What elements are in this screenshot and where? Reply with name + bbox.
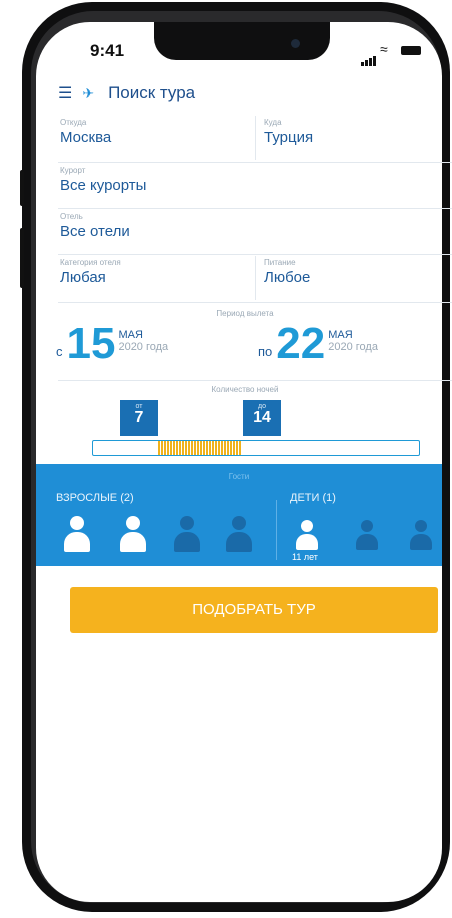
divider [255,256,256,300]
departure-to-date[interactable]: по 22 МАЯ 2020 года [258,322,378,366]
date-from-month: МАЯ [118,329,143,341]
date-from-prefix: с [56,344,63,359]
from-label: Откуда [60,118,87,127]
signal-icon [361,48,377,66]
adult-icon-1[interactable] [64,516,90,552]
child-icon-2[interactable] [356,520,378,550]
from-field[interactable]: Откуда Москва [60,118,111,146]
date-to-prefix: по [258,344,273,359]
resort-value: Все курорты [60,177,147,194]
adult-icon-4[interactable] [226,516,252,552]
side-button-left-2 [20,228,24,288]
adult-icon-3[interactable] [174,516,200,552]
date-to-day: 22 [276,319,326,368]
divider [255,116,256,160]
battery-icon [401,46,421,55]
date-from-day: 15 [66,319,116,368]
divider [58,302,452,303]
notch [154,22,330,60]
meals-field[interactable]: Питание Любое [264,258,310,286]
wifi-icon: ≈ [380,41,388,57]
departure-period-label: Период вылета [216,309,274,318]
adult-icon-2[interactable] [120,516,146,552]
nights-min-stem [156,420,158,436]
app-header: ☰ ✈ Поиск тура [58,79,195,107]
guests-divider [276,500,277,560]
to-label: Куда [264,118,282,127]
to-field[interactable]: Куда Турция [264,118,313,146]
guests-panel: Гости ВЗРОСЛЫЕ (2) ДЕТИ (1) 11 лет [36,464,442,566]
nights-max-handle[interactable]: до 14 [243,400,281,436]
meals-value: Любое [264,269,311,286]
hotel-category-label: Категория отеля [60,258,121,267]
divider [58,380,452,381]
to-value: Турция [264,129,314,146]
child-icon-1[interactable] [296,520,318,550]
find-tour-button[interactable]: ПОДОБРАТЬ ТУР [70,587,438,633]
divider [58,208,452,209]
status-time: 9:41 [90,41,125,60]
resort-label: Курорт [60,166,86,175]
children-label: ДЕТИ (1) [290,492,336,504]
child-age: 11 лет [292,552,318,562]
app-screen: 9:41 ≈ [36,22,442,902]
plane-icon: ✈ [82,84,95,101]
status-bar: 9:41 ≈ [36,22,442,72]
adults-label: ВЗРОСЛЫЕ (2) [56,492,134,504]
nights-min-value: 7 [134,409,144,426]
nights-max-value: 14 [253,409,271,426]
nights-min-handle[interactable]: от 7 [120,400,158,436]
resort-field[interactable]: Курорт Все курорты [60,166,146,194]
nights-slider-track[interactable] [92,440,420,456]
camera-icon [291,39,300,48]
divider [58,254,452,255]
guests-label: Гости [228,472,250,481]
hotel-label: Отель [60,212,83,221]
date-from-year: 2020 года [118,341,169,353]
nights-max-stem [243,420,245,436]
date-to-month: МАЯ [328,329,353,341]
meals-label: Питание [264,258,296,267]
page-title: Поиск тура [108,83,196,102]
side-button-left [20,170,24,206]
nights-slider-range [158,441,242,455]
hotel-category-value: Любая [60,269,106,286]
departure-from-date[interactable]: с 15 МАЯ 2020 года [56,322,168,366]
date-to-year: 2020 года [328,341,378,353]
divider [58,162,452,163]
hotel-category-field[interactable]: Категория отеля Любая [60,258,121,286]
hotel-value: Все отели [60,223,130,240]
nights-label: Количество ночей [211,385,279,394]
from-value: Москва [60,129,112,146]
child-icon-3[interactable] [410,520,432,550]
menu-icon[interactable]: ☰ [58,83,72,103]
hotel-field[interactable]: Отель Все отели [60,212,130,240]
